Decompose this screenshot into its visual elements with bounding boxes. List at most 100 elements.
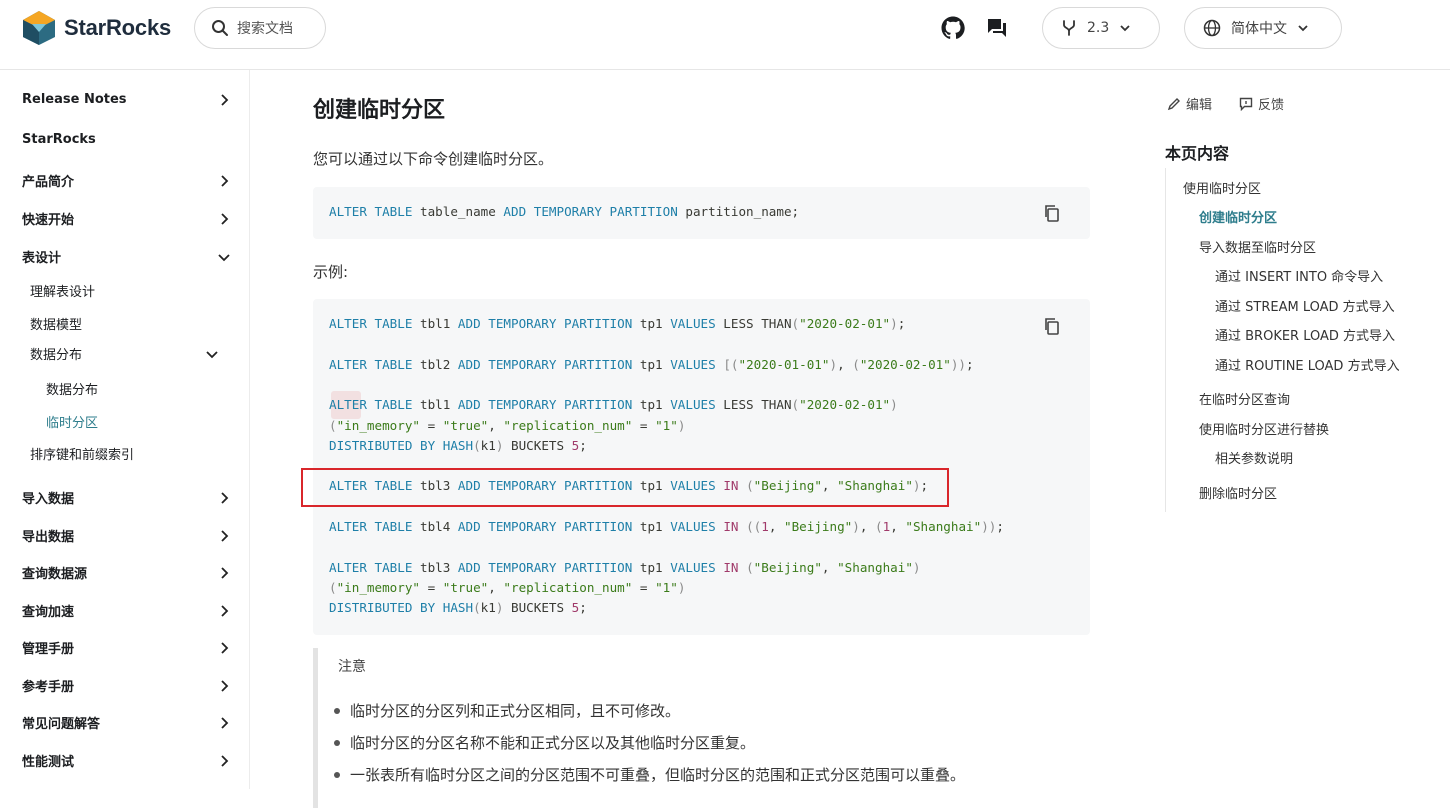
code-line: ALTER TABLE table_name ADD TEMPORARY PAR… <box>329 204 800 219</box>
red-highlight-box <box>301 468 949 507</box>
note-title: 注意 <box>338 659 366 675</box>
sidebar-item-query-acceleration[interactable]: 查询加速 <box>0 601 249 620</box>
copy-icon[interactable] <box>1042 316 1062 336</box>
sidebar-item-faq[interactable]: 常见问题解答 <box>0 713 249 732</box>
toc-item[interactable]: 通过 BROKER LOAD 方式导入 <box>1215 325 1395 344</box>
sidebar-item-label: 管理手册 <box>22 642 75 657</box>
sidebar-item-data-distribution-group[interactable]: 数据分布 <box>0 344 249 363</box>
chevron-right-icon <box>221 529 229 542</box>
chevron-right-icon <box>221 679 229 692</box>
sidebar-item-starrocks[interactable]: StarRocks <box>0 132 249 147</box>
sidebar-item-table-design[interactable]: 表设计 <box>0 247 249 266</box>
code-line: DISTRIBUTED BY HASH(k1) BUCKETS 5; <box>329 600 587 615</box>
toc-item[interactable]: 使用临时分区进行替换 <box>1199 419 1329 438</box>
globe-icon <box>1203 19 1221 37</box>
chevron-right-icon <box>221 212 229 225</box>
feedback-label: 反馈 <box>1258 98 1285 113</box>
chevron-down-icon <box>206 350 218 358</box>
sidebar-item-temporary-partition[interactable]: 临时分区 <box>0 412 249 431</box>
chevron-right-icon <box>221 174 229 187</box>
sidebar-item-quick-start[interactable]: 快速开始 <box>0 209 249 228</box>
toc-item[interactable]: 通过 STREAM LOAD 方式导入 <box>1215 296 1395 315</box>
chevron-right-icon <box>221 604 229 617</box>
code-line: ALTER TABLE tbl3 ADD TEMPORARY PARTITION… <box>329 560 921 575</box>
sidebar-item-label: 常见问题解答 <box>22 717 101 732</box>
code-line: DISTRIBUTED BY HASH(k1) BUCKETS 5; <box>329 438 587 453</box>
version-label: 2.3 <box>1087 20 1110 36</box>
sidebar-item-data-distribution[interactable]: 数据分布 <box>0 379 249 398</box>
page-title: 创建临时分区 <box>313 98 446 123</box>
sidebar-item-label: 快速开始 <box>22 213 75 228</box>
sidebar-item-label: 数据分布 <box>30 348 83 363</box>
chevron-right-icon <box>221 754 229 767</box>
chevron-down-icon <box>1298 25 1308 32</box>
edit-link[interactable]: 编辑 <box>1167 94 1212 113</box>
note-list-item: 一张表所有临时分区之间的分区范围不可重叠，但临时分区的范围和正式分区范围可以重叠… <box>333 766 966 784</box>
sidebar-item-admin-manual[interactable]: 管理手册 <box>0 638 249 657</box>
sidebar-item-product-intro[interactable]: 产品简介 <box>0 171 249 190</box>
sidebar-item-sort-key[interactable]: 排序键和前缀索引 <box>0 444 249 463</box>
sidebar-item-label: 导入数据 <box>22 492 75 507</box>
language-label: 简体中文 <box>1231 21 1287 37</box>
toc-item[interactable]: 使用临时分区 <box>1183 178 1261 197</box>
top-navbar: StarRocks 搜索文档 2.3 简体中文 <box>0 0 1450 70</box>
sidebar-item-label: 表设计 <box>22 251 62 266</box>
sidebar-item-data-model[interactable]: 数据模型 <box>0 314 249 333</box>
note-list-item: 临时分区的分区列和正式分区相同，且不可修改。 <box>333 702 681 720</box>
sidebar-item-label: 导出数据 <box>22 530 75 545</box>
search-placeholder: 搜索文档 <box>237 21 293 37</box>
sidebar-item-understand-table-design[interactable]: 理解表设计 <box>0 281 249 300</box>
chat-icon[interactable] <box>985 16 1009 40</box>
toc-title: 本页内容 <box>1165 144 1230 163</box>
version-select[interactable]: 2.3 <box>1042 7 1160 49</box>
code-block-examples[interactable]: ALTER TABLE tbl1 ADD TEMPORARY PARTITION… <box>313 299 1090 635</box>
chevron-right-icon <box>221 491 229 504</box>
sidebar-item-benchmark[interactable]: 性能测试 <box>0 751 249 770</box>
edit-label: 编辑 <box>1186 98 1213 113</box>
starrocks-logo-icon <box>23 11 55 45</box>
chevron-down-icon <box>218 253 230 261</box>
sidebar-item-label: Release Notes <box>22 92 127 107</box>
intro-text: 您可以通过以下命令创建临时分区。 <box>313 150 554 168</box>
brand-logo[interactable]: StarRocks <box>22 10 171 46</box>
note-admonition: 注意 临时分区的分区列和正式分区相同，且不可修改。 临时分区的分区名称不能和正式… <box>313 648 1090 808</box>
sidebar-item-label: 排序键和前缀索引 <box>30 448 135 463</box>
sidebar-item-release-notes[interactable]: Release Notes <box>0 92 249 107</box>
branch-icon <box>1063 20 1075 36</box>
chevron-right-icon <box>221 566 229 579</box>
sidebar-item-reference[interactable]: 参考手册 <box>0 676 249 695</box>
feedback-icon <box>1239 97 1253 111</box>
copy-icon[interactable] <box>1042 203 1062 223</box>
chevron-right-icon <box>221 93 229 106</box>
language-select[interactable]: 简体中文 <box>1184 7 1342 49</box>
chevron-down-icon <box>1120 25 1130 32</box>
feedback-link[interactable]: 反馈 <box>1239 94 1284 113</box>
sidebar-item-export-data[interactable]: 导出数据 <box>0 526 249 545</box>
example-label: 示例: <box>313 263 349 281</box>
chevron-right-icon <box>221 716 229 729</box>
toc-item[interactable]: 导入数据至临时分区 <box>1199 237 1316 256</box>
toc-item[interactable]: 在临时分区查询 <box>1199 389 1290 408</box>
sidebar-item-label: 参考手册 <box>22 680 75 695</box>
sidebar-item-label: 临时分区 <box>46 416 99 431</box>
toc-item[interactable]: 创建临时分区 <box>1199 207 1277 226</box>
code-line: ALTER TABLE tbl1 ADD TEMPORARY PARTITION… <box>329 397 898 412</box>
search-icon <box>212 20 228 36</box>
sidebar-item-label: 查询数据源 <box>22 567 88 582</box>
sidebar-item-label: StarRocks <box>22 132 96 147</box>
code-line: ("in_memory" = "true", "replication_num"… <box>329 418 686 433</box>
search-button[interactable]: 搜索文档 <box>194 7 326 49</box>
sidebar-item-label: 理解表设计 <box>30 285 96 300</box>
sidebar-item-load-data[interactable]: 导入数据 <box>0 488 249 507</box>
github-icon[interactable] <box>941 16 965 40</box>
toc-item[interactable]: 通过 ROUTINE LOAD 方式导入 <box>1215 355 1400 374</box>
toc-item[interactable]: 相关参数说明 <box>1215 448 1293 467</box>
code-block-syntax[interactable]: ALTER TABLE table_name ADD TEMPORARY PAR… <box>313 187 1090 239</box>
sidebar-item-label: 查询加速 <box>22 605 75 620</box>
sidebar-item-query-data-sources[interactable]: 查询数据源 <box>0 563 249 582</box>
code-line: ALTER TABLE tbl4 ADD TEMPORARY PARTITION… <box>329 519 1004 534</box>
toc-item[interactable]: 通过 INSERT INTO 命令导入 <box>1215 266 1383 285</box>
sidebar-item-label: 产品简介 <box>22 175 75 190</box>
toc-item[interactable]: 删除临时分区 <box>1199 483 1277 502</box>
pencil-icon <box>1167 97 1180 110</box>
